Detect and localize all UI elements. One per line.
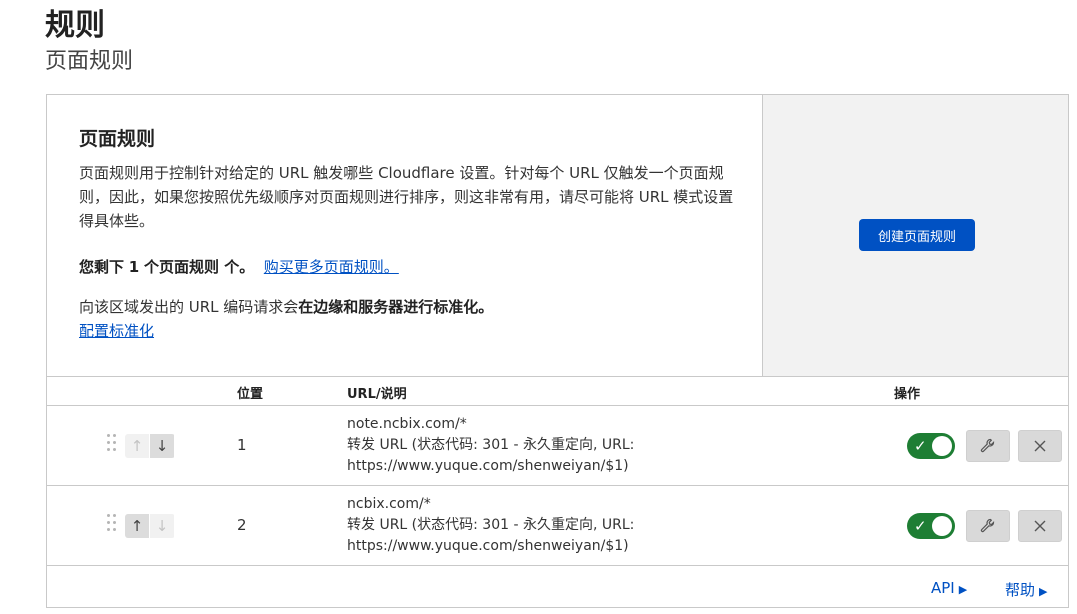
help-link-label: 帮助	[1005, 581, 1036, 599]
api-link[interactable]: API ▶	[931, 579, 967, 597]
create-rule-panel: 创建页面规则	[763, 95, 1068, 376]
rule-position: 1	[237, 436, 247, 454]
edit-rule-button[interactable]	[966, 510, 1010, 542]
rule-url-description: note.ncbix.com/* 转发 URL (状态代码: 301 - 永久重…	[347, 414, 634, 477]
rule-desc-line2: https://www.yuque.com/shenweiyan/$1)	[347, 458, 629, 474]
close-icon	[1034, 440, 1046, 452]
table-row: ↑ ↓ 1 note.ncbix.com/* 转发 URL (状态代码: 301…	[47, 406, 1068, 486]
api-link-label: API	[931, 579, 955, 597]
check-icon: ✓	[914, 437, 927, 455]
caret-right-icon: ▶	[958, 583, 968, 596]
normalization-bold: 在边缘和服务器进行标准化。	[298, 298, 494, 316]
page-subtitle: 页面规则	[45, 49, 134, 74]
rule-desc-line1: 转发 URL (状态代码: 301 - 永久重定向, URL:	[347, 517, 635, 533]
drag-handle-icon[interactable]	[107, 434, 119, 454]
toggle-knob	[932, 436, 952, 456]
table-header: 位置 URL/说明 操作	[47, 376, 1068, 406]
edit-rule-button[interactable]	[966, 430, 1010, 462]
delete-rule-button[interactable]	[1018, 430, 1062, 462]
page-rules-card: 页面规则 页面规则用于控制针对给定的 URL 触发哪些 Cloudflare 设…	[46, 94, 1069, 608]
rule-enabled-toggle[interactable]: ✓	[907, 513, 955, 539]
rule-url: note.ncbix.com/*	[347, 416, 467, 432]
table-row: ↑ ↓ 2 ncbix.com/* 转发 URL (状态代码: 301 - 永久…	[47, 486, 1068, 566]
remaining-rules-text: 您剩下 1 个页面规则 个。 购买更多页面规则。	[79, 255, 399, 279]
close-icon	[1034, 520, 1046, 532]
rule-position: 2	[237, 516, 247, 534]
arrow-down-icon[interactable]: ↓	[150, 514, 174, 538]
arrow-up-icon[interactable]: ↑	[125, 434, 149, 458]
arrow-up-icon[interactable]: ↑	[125, 514, 149, 538]
page-title: 规则	[45, 8, 105, 43]
configure-normalization-link[interactable]: 配置标准化	[79, 322, 154, 340]
check-icon: ✓	[914, 517, 927, 535]
drag-handle-icon[interactable]	[107, 514, 119, 534]
remaining-prefix: 您剩下	[79, 258, 125, 276]
delete-rule-button[interactable]	[1018, 510, 1062, 542]
remaining-count: 1	[128, 258, 140, 276]
normalization-prefix: 向该区域发出的 URL 编码请求会	[79, 298, 299, 316]
column-url: URL/说明	[347, 387, 407, 402]
arrow-down-icon[interactable]: ↓	[150, 434, 174, 458]
reorder-buttons: ↑ ↓	[125, 514, 175, 538]
column-actions: 操作	[894, 387, 921, 402]
rule-url: ncbix.com/*	[347, 496, 431, 512]
caret-right-icon: ▶	[1039, 585, 1048, 598]
rule-url-description: ncbix.com/* 转发 URL (状态代码: 301 - 永久重定向, U…	[347, 494, 634, 557]
remaining-suffix: 个页面规则 个。	[144, 258, 255, 276]
buy-more-rules-link[interactable]: 购买更多页面规则。	[264, 258, 399, 276]
rule-desc-line1: 转发 URL (状态代码: 301 - 永久重定向, URL:	[347, 437, 635, 453]
normalization-text: 向该区域发出的 URL 编码请求会在边缘和服务器进行标准化。 配置标准化	[79, 295, 493, 343]
wrench-icon	[980, 438, 995, 453]
wrench-icon	[980, 518, 995, 533]
intro-panel: 页面规则 页面规则用于控制针对给定的 URL 触发哪些 Cloudflare 设…	[47, 95, 763, 376]
rule-enabled-toggle[interactable]: ✓	[907, 433, 955, 459]
section-heading: 页面规则	[79, 128, 156, 150]
reorder-buttons: ↑ ↓	[125, 434, 175, 458]
rule-desc-line2: https://www.yuque.com/shenweiyan/$1)	[347, 538, 629, 554]
create-page-rule-button[interactable]: 创建页面规则	[859, 219, 975, 251]
section-description: 页面规则用于控制针对给定的 URL 触发哪些 Cloudflare 设置。针对每…	[79, 164, 734, 230]
column-position: 位置	[237, 387, 264, 402]
toggle-knob	[932, 516, 952, 536]
help-link[interactable]: 帮助 ▶	[1005, 579, 1047, 600]
